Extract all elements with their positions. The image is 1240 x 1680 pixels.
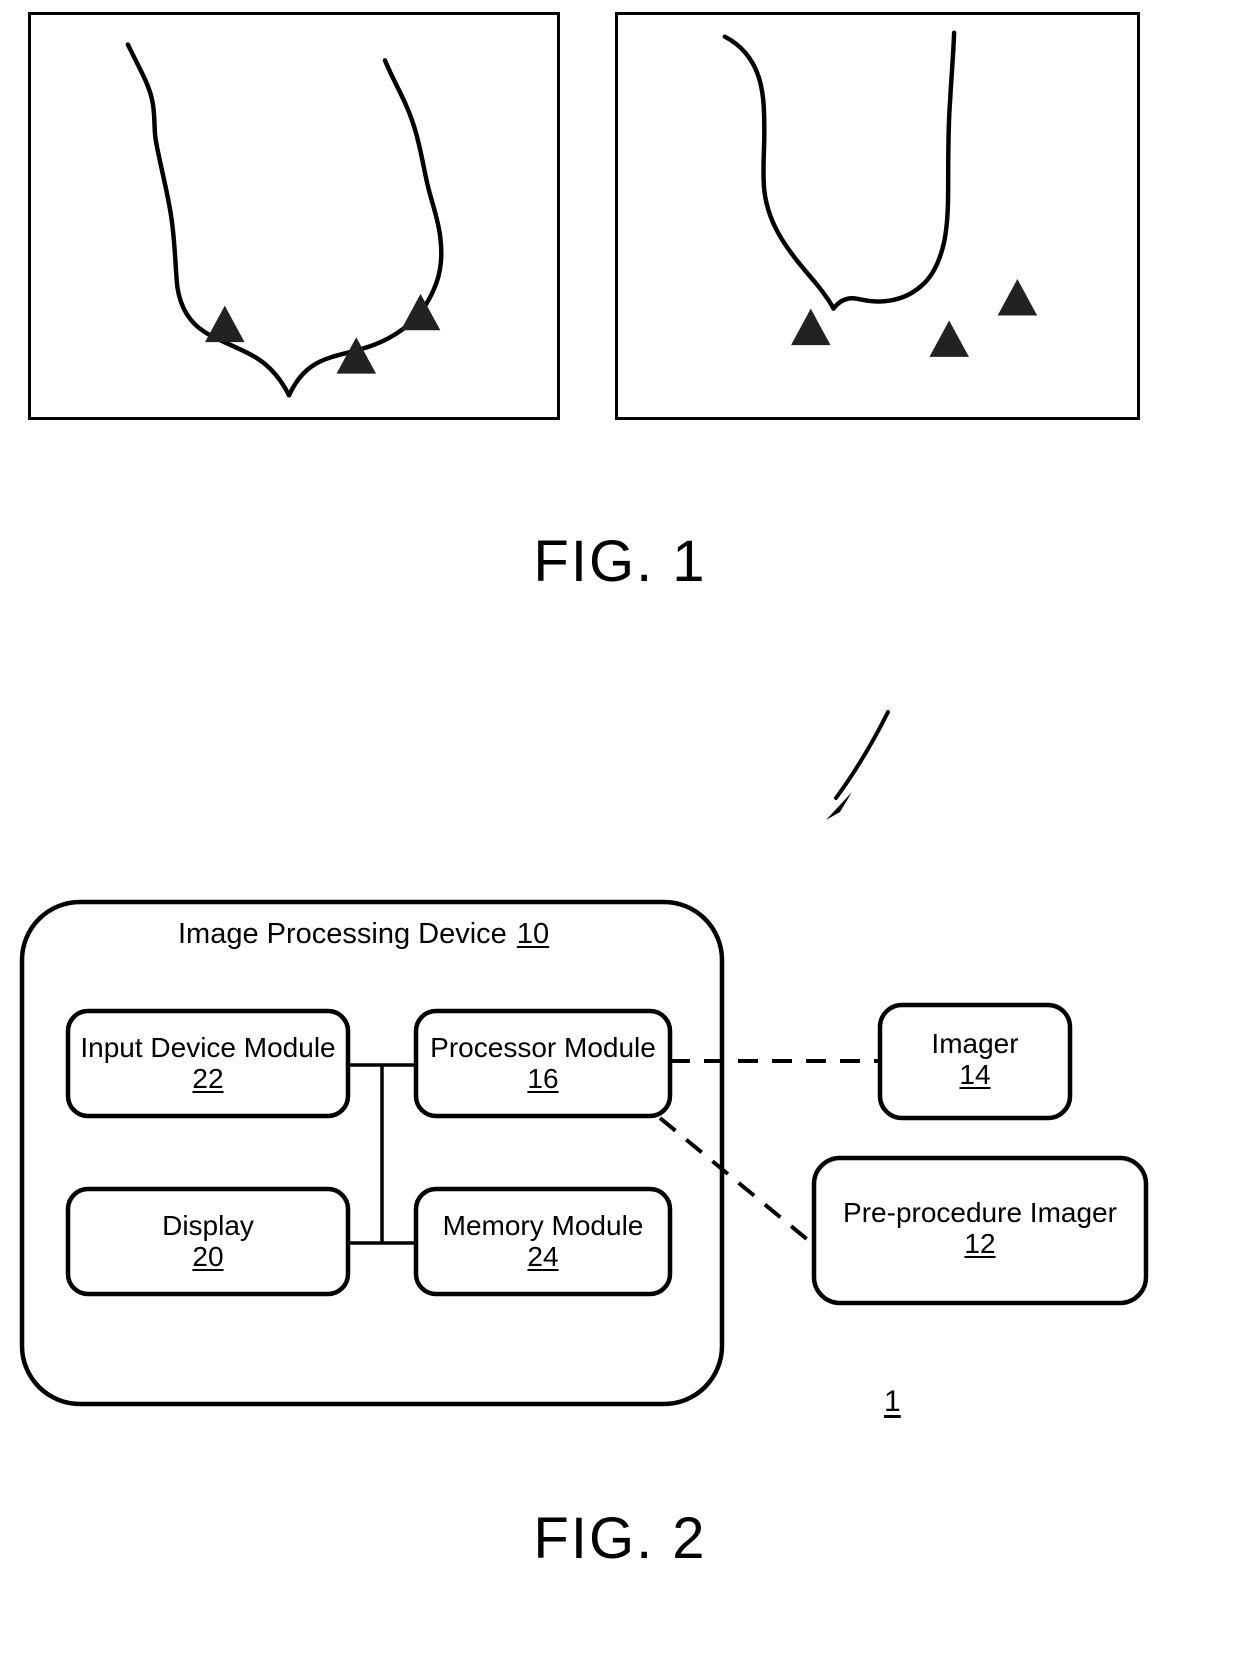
memory-module-label[interactable]: Memory Module 24 xyxy=(416,1210,670,1273)
contour-path xyxy=(125,42,444,398)
imager-label-text: Imager xyxy=(931,1028,1019,1059)
landmark-marker-3 xyxy=(997,279,1038,316)
pre-procedure-imager-label[interactable]: Pre-procedure Imager 12 xyxy=(814,1197,1146,1260)
patent-drawing-sheet: FIG. 1 1 Image Processing Device 10 Inpu… xyxy=(0,0,1240,1680)
figure1-left-panel xyxy=(28,12,560,420)
pre-procedure-imager-label-text: Pre-procedure Imager xyxy=(843,1197,1117,1228)
input-device-module-number: 22 xyxy=(192,1063,224,1095)
image-processing-device-title-text: Image Processing Device xyxy=(178,918,507,950)
landmark-marker-1 xyxy=(205,305,245,343)
input-device-module-label-text: Input Device Module xyxy=(80,1032,336,1063)
system-reference-leader-line xyxy=(834,710,890,800)
memory-module-label-text: Memory Module xyxy=(442,1210,644,1241)
image-processing-device-title-number: 10 xyxy=(516,918,550,950)
contour-path xyxy=(722,30,957,311)
input-device-module-label[interactable]: Input Device Module 22 xyxy=(68,1032,348,1095)
figure-1-caption: FIG. 1 xyxy=(533,529,707,594)
pre-procedure-contour-drawing xyxy=(125,42,444,398)
processor-module-number: 16 xyxy=(527,1063,559,1095)
display-module-label[interactable]: Display 20 xyxy=(68,1210,348,1273)
figure-2-caption: FIG. 2 xyxy=(533,1506,707,1571)
imager-label[interactable]: Imager 14 xyxy=(880,1028,1070,1091)
display-module-label-text: Display xyxy=(162,1210,254,1241)
figure1-right-panel xyxy=(615,12,1140,420)
intra-procedure-contour-drawing xyxy=(722,30,1038,357)
figure-2: 1 Image Processing Device 10 Input Device… xyxy=(0,640,1240,1580)
processor-to-pre-procedure-imager-link xyxy=(658,1116,816,1247)
image-processing-device-container xyxy=(19,899,725,1407)
landmark-marker-3 xyxy=(400,293,441,331)
landmark-marker-2 xyxy=(929,320,969,357)
figure-1: FIG. 1 xyxy=(0,0,1240,640)
landmark-marker-1 xyxy=(791,308,831,346)
image-processing-device-title: Image Processing Device 10 xyxy=(178,918,549,951)
pre-procedure-imager-number: 12 xyxy=(964,1228,996,1260)
memory-module-number: 24 xyxy=(527,1241,559,1273)
figure2-schematic xyxy=(19,710,1149,1407)
imager-number: 14 xyxy=(959,1059,991,1091)
processor-module-label[interactable]: Processor Module 16 xyxy=(416,1032,670,1095)
system-reference-numeral: 1 xyxy=(884,1385,901,1418)
processor-module-label-text: Processor Module xyxy=(430,1032,656,1063)
display-module-number: 20 xyxy=(192,1241,224,1273)
